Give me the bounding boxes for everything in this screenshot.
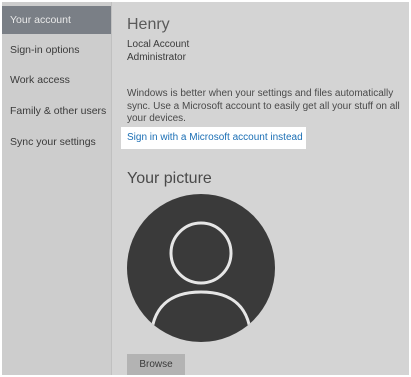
microsoft-account-link[interactable]: Sign in with a Microsoft account instead bbox=[127, 132, 303, 143]
account-name: Henry bbox=[127, 16, 170, 33]
sidebar-item-sign-in-options[interactable]: Sign-in options bbox=[2, 36, 111, 64]
main-content: Henry Local Account Administrator Window… bbox=[112, 2, 409, 375]
sidebar-item-family-other-users[interactable]: Family & other users bbox=[2, 97, 111, 125]
sync-message: Windows is better when your settings and… bbox=[127, 88, 400, 124]
account-type: Local Account bbox=[127, 39, 190, 50]
picture-heading: Your picture bbox=[127, 170, 212, 187]
sidebar-item-your-account[interactable]: Your account bbox=[2, 6, 111, 34]
sidebar: Your account Sign-in options Work access… bbox=[2, 2, 112, 375]
default-user-avatar-icon bbox=[127, 194, 275, 342]
browse-button[interactable]: Browse bbox=[127, 354, 185, 375]
settings-window: Your account Sign-in options Work access… bbox=[2, 2, 409, 375]
sidebar-item-work-access[interactable]: Work access bbox=[2, 66, 111, 94]
account-role: Administrator bbox=[127, 52, 186, 63]
sidebar-item-sync-settings[interactable]: Sync your settings bbox=[2, 128, 111, 156]
